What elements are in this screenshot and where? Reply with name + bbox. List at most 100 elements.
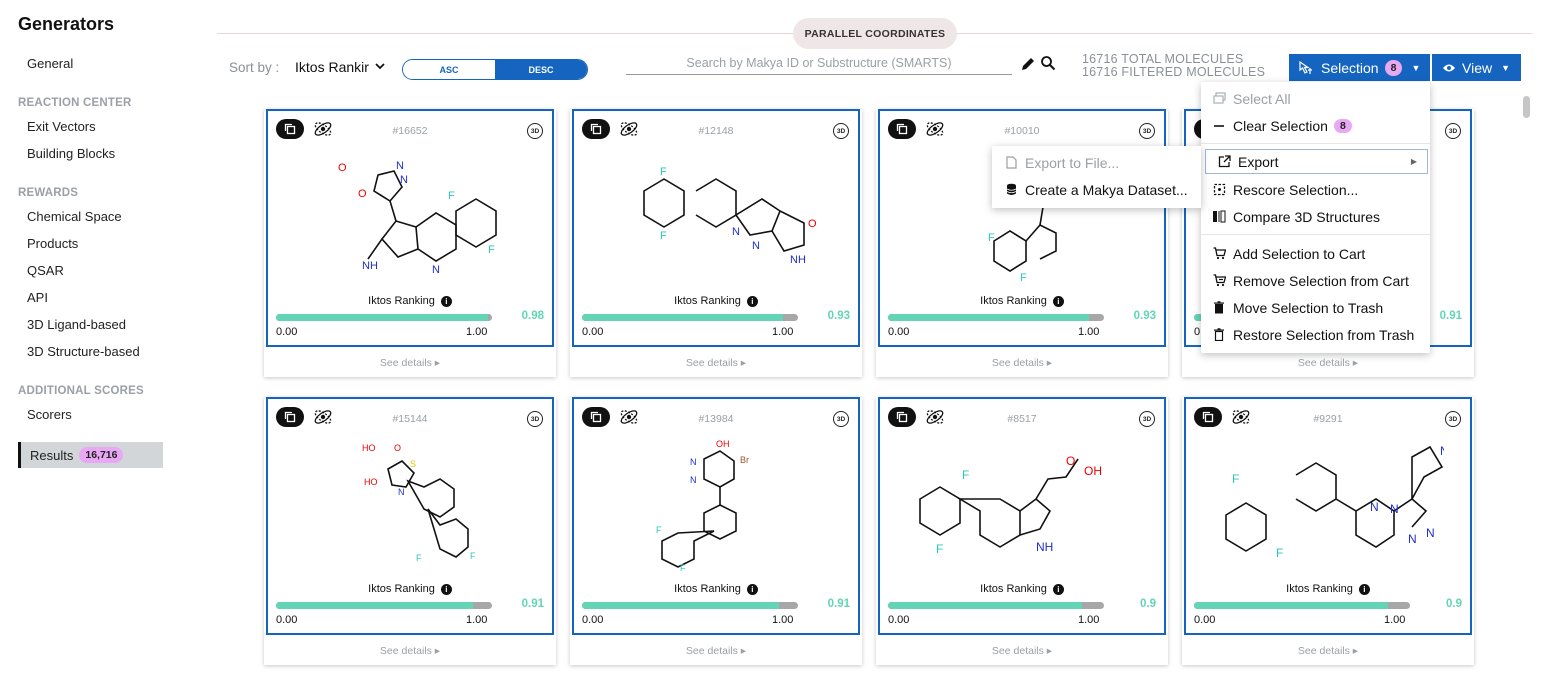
menu-item-export[interactable]: Export ▶ (1205, 149, 1428, 174)
clear-count-badge: 8 (1333, 118, 1352, 133)
molecule-card-body[interactable]: #16652 3D NH N O O N N F F Iktos Ranking i 0.98 … (266, 109, 554, 347)
sidebar-item-results[interactable]: Results 16,716 (18, 442, 163, 468)
menu-item-label: Move Selection to Trash (1233, 299, 1384, 316)
cart-minus-icon (1212, 274, 1226, 288)
sidebar-item-3d-ligand[interactable]: 3D Ligand-based (27, 317, 126, 332)
molecule-card-body[interactable]: #10010 3D F F Iktos Ranking i 0.93 0.00 1.… (878, 109, 1166, 347)
see-details-link[interactable]: See details ▸ (876, 645, 1168, 657)
selection-button[interactable]: Selection 8 ▼ (1289, 54, 1430, 81)
see-details-link[interactable]: See details ▸ (1182, 357, 1474, 369)
info-icon[interactable]: i (1052, 584, 1064, 595)
sort-select[interactable]: Iktos Rankir (295, 59, 385, 75)
submenu-arrow-icon: ▶ (1410, 157, 1417, 166)
svg-text:N: N (732, 226, 740, 238)
menu-item-remove-cart[interactable]: Remove Selection from Cart (1201, 268, 1430, 293)
ranking-label: Iktos Ranking i (574, 295, 858, 307)
view-button[interactable]: View ▼ (1432, 54, 1521, 81)
search-input[interactable] (626, 51, 1012, 75)
3d-view-icon[interactable]: 3D (1445, 411, 1461, 427)
menu-item-move-trash[interactable]: Move Selection to Trash (1201, 295, 1430, 320)
info-icon[interactable]: i (746, 296, 758, 307)
menu-item-label: Remove Selection from Cart (1233, 272, 1409, 289)
3d-view-icon[interactable]: 3D (1139, 411, 1155, 427)
molecule-card-body[interactable]: #12148 3D F F N N O NH Iktos Ranking i 0.93 0.… (572, 109, 860, 347)
menu-item-rescore[interactable]: Rescore Selection... (1201, 177, 1430, 202)
molecule-card-body[interactable]: #13984 3D OH Br N N F F Iktos Ranking i 0.91 0… (572, 397, 860, 635)
svg-text:S: S (410, 459, 416, 469)
3d-view-icon[interactable]: 3D (527, 123, 543, 139)
molecule-id: #9291 (1313, 413, 1343, 425)
svg-text:NH: NH (362, 260, 378, 272)
sidebar-item-api[interactable]: API (27, 290, 48, 305)
3d-view-icon[interactable]: 3D (833, 123, 849, 139)
molecule-card-body[interactable]: #15144 3D HO O HO S N F F Iktos Ranking i 0.91 … (266, 397, 554, 635)
3d-view-icon[interactable]: 3D (1445, 123, 1461, 139)
parallel-coordinates-button[interactable]: PARALLEL COORDINATES (793, 18, 957, 49)
svg-text:N: N (752, 240, 760, 252)
sidebar-item-general[interactable]: General (27, 56, 73, 71)
chevron-down-icon (375, 61, 385, 73)
asc-button[interactable]: ASC (403, 60, 495, 79)
sidebar-item-3d-structure[interactable]: 3D Structure-based (27, 344, 140, 359)
score-bar-fill (276, 602, 473, 609)
menu-item-clear-selection[interactable]: Clear Selection 8 (1201, 113, 1430, 138)
menu-divider (1201, 234, 1430, 235)
menu-item-add-cart[interactable]: Add Selection to Cart (1201, 241, 1430, 266)
see-details-link[interactable]: See details ▸ (264, 357, 556, 369)
menu-item-compare-3d[interactable]: Compare 3D Structures (1201, 204, 1430, 229)
menu-item-label: Create a Makya Dataset... (1025, 181, 1188, 198)
molecule-card: #12148 3D F F N N O NH Iktos Ranking i 0.93 0.… (570, 109, 862, 377)
score-max: 1.00 (466, 326, 488, 338)
molecule-card-body[interactable]: #8517 3D F F O OH NH Iktos Ranking i 0.9 0.00… (878, 397, 1166, 635)
sidebar-item-products[interactable]: Products (27, 236, 78, 251)
see-details-link[interactable]: See details ▸ (570, 357, 862, 369)
see-details-link[interactable]: See details ▸ (876, 357, 1168, 369)
pencil-icon[interactable] (1020, 56, 1036, 72)
svg-text:N: N (398, 487, 405, 497)
svg-text:F: F (1020, 272, 1027, 284)
sort-label: Sort by : (229, 60, 280, 75)
score-bar-fill (582, 602, 779, 609)
menu-item-label: Compare 3D Structures (1233, 208, 1381, 225)
menu-item-label: Export to File... (1025, 154, 1120, 171)
score-value: 0.93 (1133, 310, 1156, 322)
results-label: Results (30, 447, 74, 463)
info-icon[interactable]: i (1358, 584, 1370, 595)
info-icon[interactable]: i (1052, 296, 1064, 307)
info-icon[interactable]: i (746, 584, 758, 595)
molecule-card: #16652 3D NH N O O N N F F Iktos Ranking i 0.98 … (264, 109, 556, 377)
3d-view-icon[interactable]: 3D (1139, 123, 1155, 139)
molecule-card-body[interactable]: #9291 3D FFNNNNNH Iktos Rankingi 0.9 0.0… (1184, 397, 1472, 635)
sidebar-item-qsar[interactable]: QSAR (27, 263, 64, 278)
menu-item-export-file[interactable]: Export to File... (992, 150, 1201, 175)
score-bar (276, 602, 492, 609)
sidebar-item-building-blocks[interactable]: Building Blocks (27, 146, 115, 161)
score-min: 0.00 (888, 326, 910, 338)
ranking-label: Iktos Ranking i (1186, 583, 1470, 595)
score-bar-fill (888, 602, 1083, 609)
ranking-label: Iktos Ranking i (268, 583, 552, 595)
scrollbar[interactable] (1523, 96, 1530, 118)
menu-item-restore-trash[interactable]: Restore Selection from Trash (1201, 322, 1430, 347)
3d-view-icon[interactable]: 3D (527, 411, 543, 427)
sidebar-item-chemical-space[interactable]: Chemical Space (27, 209, 122, 224)
menu-item-create-dataset[interactable]: Create a Makya Dataset... (992, 177, 1201, 202)
desc-button[interactable]: DESC (495, 60, 587, 79)
see-details-link[interactable]: See details ▸ (1182, 645, 1474, 657)
see-details-link[interactable]: See details ▸ (264, 645, 556, 657)
sidebar-item-exit-vectors[interactable]: Exit Vectors (27, 119, 96, 134)
menu-item-label: Rescore Selection... (1233, 181, 1359, 198)
see-details-link[interactable]: See details ▸ (570, 645, 862, 657)
score-max: 1.00 (1384, 614, 1406, 626)
svg-text:F: F (416, 553, 422, 563)
score-value: 0.9 (1446, 598, 1462, 610)
svg-text:O: O (1066, 454, 1075, 468)
sidebar-item-scorers[interactable]: Scorers (27, 407, 72, 422)
menu-item-select-all[interactable]: Select All (1201, 86, 1430, 111)
sort-order-toggle: ASC DESC (402, 59, 588, 80)
search-icon[interactable] (1040, 55, 1056, 71)
info-icon[interactable]: i (440, 296, 452, 307)
info-icon[interactable]: i (440, 584, 452, 595)
3d-view-icon[interactable]: 3D (833, 411, 849, 427)
molecule-id: #13984 (698, 413, 734, 425)
